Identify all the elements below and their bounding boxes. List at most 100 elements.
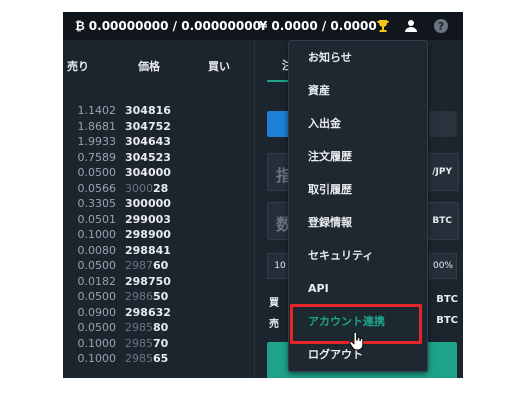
help-icon[interactable]: ?	[431, 16, 451, 36]
btc-balance-value: 0.00000000 / 0.00000000	[88, 19, 261, 33]
menu-item[interactable]: お知らせ	[289, 43, 427, 73]
order-price: 304523	[125, 151, 171, 164]
order-price-main-part: 298632	[125, 305, 171, 319]
order-price: 300028	[125, 182, 168, 195]
order-price-main-part: 299003	[125, 212, 171, 226]
order-book-row[interactable]: 0.0900 298632	[63, 306, 253, 322]
trophy-icon[interactable]	[373, 16, 393, 36]
order-book-row[interactable]: 0.1000 298900	[63, 228, 253, 244]
order-book-row[interactable]: 0.0182 298750	[63, 275, 253, 291]
order-price: 298841	[125, 244, 171, 257]
order-quantity: 0.0500	[77, 259, 117, 272]
order-book-row[interactable]: 1.9933 304643	[63, 135, 253, 151]
order-price-main-part: 50	[153, 290, 169, 303]
order-price-dim-part: 2985	[125, 321, 153, 334]
order-price: 298750	[125, 275, 171, 288]
menu-item[interactable]: 資産	[289, 76, 427, 106]
order-book-row[interactable]: 0.1000 298565	[63, 352, 253, 368]
order-quantity: 0.0900	[77, 305, 117, 319]
order-quantity: 0.1000	[77, 228, 117, 241]
order-price-main-part: 298841	[125, 243, 171, 257]
order-price-main-part: 304523	[125, 150, 171, 164]
percent-button-last[interactable]: 00%	[429, 253, 457, 279]
order-price-dim-part: 2985	[125, 336, 153, 350]
order-price-main-part: 60	[153, 259, 169, 272]
user-icon[interactable]	[401, 16, 421, 36]
top-bar: ₿ 0.00000000 / 0.00000000 ¥0.0000 / 0.000…	[63, 12, 463, 40]
buy-toggle-button[interactable]	[267, 111, 289, 137]
hand-cursor-icon	[349, 332, 364, 351]
order-price-main-part: 80	[153, 321, 169, 334]
order-price-main-part: 304643	[125, 135, 171, 148]
order-price: 298632	[125, 306, 171, 319]
order-book-row[interactable]: 1.8681 304752	[63, 120, 253, 136]
menu-item[interactable]: 注文履歴	[289, 142, 427, 172]
order-price-main-part: 70	[153, 336, 169, 350]
order-book-row[interactable]: 0.0500 298580	[63, 321, 253, 337]
price-column-header: 価格	[138, 60, 160, 73]
order-price: 298580	[125, 321, 168, 334]
sellable-unit: BTC	[436, 315, 458, 326]
order-price: 298760	[125, 259, 168, 272]
menu-item[interactable]: 取引履歴	[289, 175, 427, 205]
order-book-row[interactable]: 0.0500 304000	[63, 166, 253, 182]
order-quantity: 1.9933	[77, 135, 117, 148]
order-quantity: 1.8681	[77, 119, 117, 133]
order-price: 300000	[125, 197, 171, 210]
order-price: 298650	[125, 290, 168, 303]
btc-balance: ₿ 0.00000000 / 0.00000000	[75, 19, 261, 33]
yen-icon: ¥	[259, 19, 268, 33]
order-book-row[interactable]: 0.0501 299003	[63, 213, 253, 229]
order-price: 298570	[125, 337, 168, 350]
order-book-row[interactable]: 0.0080 298841	[63, 244, 253, 260]
order-price-dim-part: 2985	[125, 352, 153, 365]
order-price-main-part: 304752	[125, 119, 171, 133]
menu-item[interactable]: 登録情報	[289, 208, 427, 238]
order-price-dim-part: 2987	[125, 259, 153, 272]
order-price: 304752	[125, 120, 171, 133]
sell-column-header: 売り	[67, 60, 89, 73]
order-quantity: 0.0080	[77, 243, 117, 257]
order-book-row[interactable]: 1.1402 304816	[63, 104, 253, 120]
sell-toggle-button[interactable]	[429, 111, 457, 137]
order-book-row[interactable]: 0.3305 300000	[63, 197, 253, 213]
menu-item[interactable]: 入出金	[289, 109, 427, 139]
order-book-row[interactable]: 0.1000 298570	[63, 337, 253, 353]
sellable-label: 売	[269, 319, 279, 330]
order-quantity: 0.0500	[77, 166, 117, 179]
jpy-balance: ¥0.0000 / 0.0000	[259, 19, 377, 33]
menu-item[interactable]: API	[289, 274, 427, 304]
buyable-label: 買	[269, 298, 279, 309]
order-price: 298565	[125, 352, 168, 365]
jpy-balance-value: 0.0000 / 0.0000	[271, 19, 377, 33]
order-quantity: 0.1000	[77, 336, 117, 350]
order-book-row[interactable]: 0.7589 304523	[63, 151, 253, 167]
order-price-main-part: 28	[153, 181, 169, 195]
order-book: 売り 価格 買い 1.1402 304816 1.8681 304752 1.9933 3…	[63, 40, 253, 378]
order-price-dim-part: 2986	[125, 290, 153, 303]
order-book-row[interactable]: 0.0566 300028	[63, 182, 253, 198]
price-field-unit: /JPY	[432, 167, 452, 177]
order-price-main-part: 304000	[125, 166, 171, 179]
menu-item[interactable]: セキュリティ	[289, 241, 427, 271]
order-quantity: 1.1402	[77, 104, 117, 117]
order-book-row[interactable]: 0.0500 298650	[63, 290, 253, 306]
order-book-row[interactable]: 0.0500 298760	[63, 259, 253, 275]
amount-field-unit: BTC	[432, 216, 452, 226]
order-price: 304643	[125, 135, 171, 148]
buyable-unit: BTC	[436, 294, 458, 305]
order-quantity: 0.0500	[77, 290, 117, 303]
order-price: 299003	[125, 213, 171, 226]
order-quantity: 0.1000	[77, 352, 117, 365]
order-price: 298900	[125, 228, 171, 241]
buy-column-header: 買い	[208, 60, 230, 73]
order-price-main-part: 304816	[125, 104, 171, 117]
order-price-main-part: 300000	[125, 197, 171, 210]
order-price-main-part: 298750	[125, 274, 171, 288]
order-price-dim-part: 3000	[125, 181, 153, 195]
order-price: 304000	[125, 166, 171, 179]
order-price: 304816	[125, 104, 171, 117]
svg-text:?: ?	[438, 20, 444, 33]
order-price-main-part: 65	[153, 352, 169, 365]
order-price-main-part: 298900	[125, 228, 171, 241]
